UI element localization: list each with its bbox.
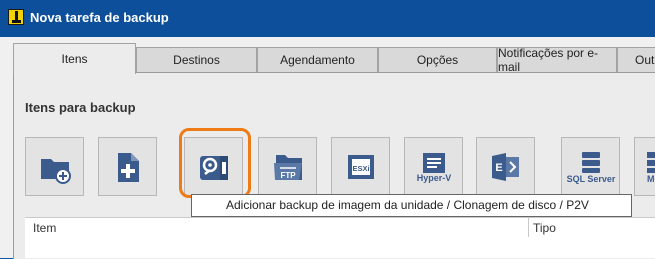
ftp-icon: FTP (270, 150, 306, 184)
tab-items[interactable]: Itens (13, 43, 136, 74)
tab-label: Itens (61, 52, 88, 66)
section-title: Itens para backup (25, 100, 136, 115)
esxi-label: ESXi (352, 164, 369, 173)
mysql-icon: M (635, 150, 655, 184)
column-header-type[interactable]: Tipo (533, 221, 556, 235)
ftp-label: FTP (280, 171, 296, 180)
tab-label: Outr (635, 53, 655, 67)
sql-server-label: SQL Server (566, 174, 615, 184)
window-title: Nova tarefa de backup (30, 10, 169, 25)
tab-options[interactable]: Opções (378, 47, 497, 72)
esxi-icon: ESXi (343, 150, 379, 184)
tab-label: Notificações por e-mail (498, 46, 599, 74)
tab-destinations[interactable]: Destinos (136, 47, 257, 72)
sql-server-button[interactable]: SQL Server (561, 137, 620, 196)
hyper-v-icon: Hyper-V (414, 150, 454, 184)
add-folder-button[interactable] (25, 137, 84, 196)
exchange-button[interactable]: E (476, 137, 535, 196)
add-folder-icon (38, 150, 72, 184)
mysql-label: M (647, 174, 655, 184)
esxi-button[interactable]: ESXi (331, 137, 390, 196)
tab-label: Agendamento (280, 53, 355, 67)
add-file-icon (111, 150, 145, 184)
tab-other[interactable]: Outr (617, 47, 655, 72)
items-table-body[interactable] (25, 237, 655, 258)
sql-server-icon: SQL Server (566, 150, 616, 184)
items-table-header: Item Tipo (25, 217, 655, 238)
iperius-logo-icon (8, 9, 24, 25)
highlight-outline (179, 128, 251, 198)
tooltip: Adicionar backup de imagem da unidade / … (191, 194, 632, 217)
title-bar: Nova tarefa de backup (0, 0, 655, 37)
tab-scheduling[interactable]: Agendamento (257, 47, 378, 72)
column-header-item[interactable]: Item (33, 221, 56, 235)
hyper-v-button[interactable]: Hyper-V (404, 137, 463, 196)
tab-email-notifications[interactable]: Notificações por e-mail (497, 46, 617, 74)
ftp-button[interactable]: FTP (258, 137, 317, 196)
add-file-button[interactable] (98, 137, 157, 196)
svg-text:E: E (495, 162, 502, 174)
mysql-button[interactable]: M (634, 137, 655, 196)
column-separator[interactable] (528, 218, 529, 237)
hyper-v-label: Hyper-V (416, 173, 451, 183)
exchange-icon: E (489, 150, 523, 184)
tab-label: Opções (416, 53, 459, 67)
tab-label: Destinos (173, 53, 220, 67)
